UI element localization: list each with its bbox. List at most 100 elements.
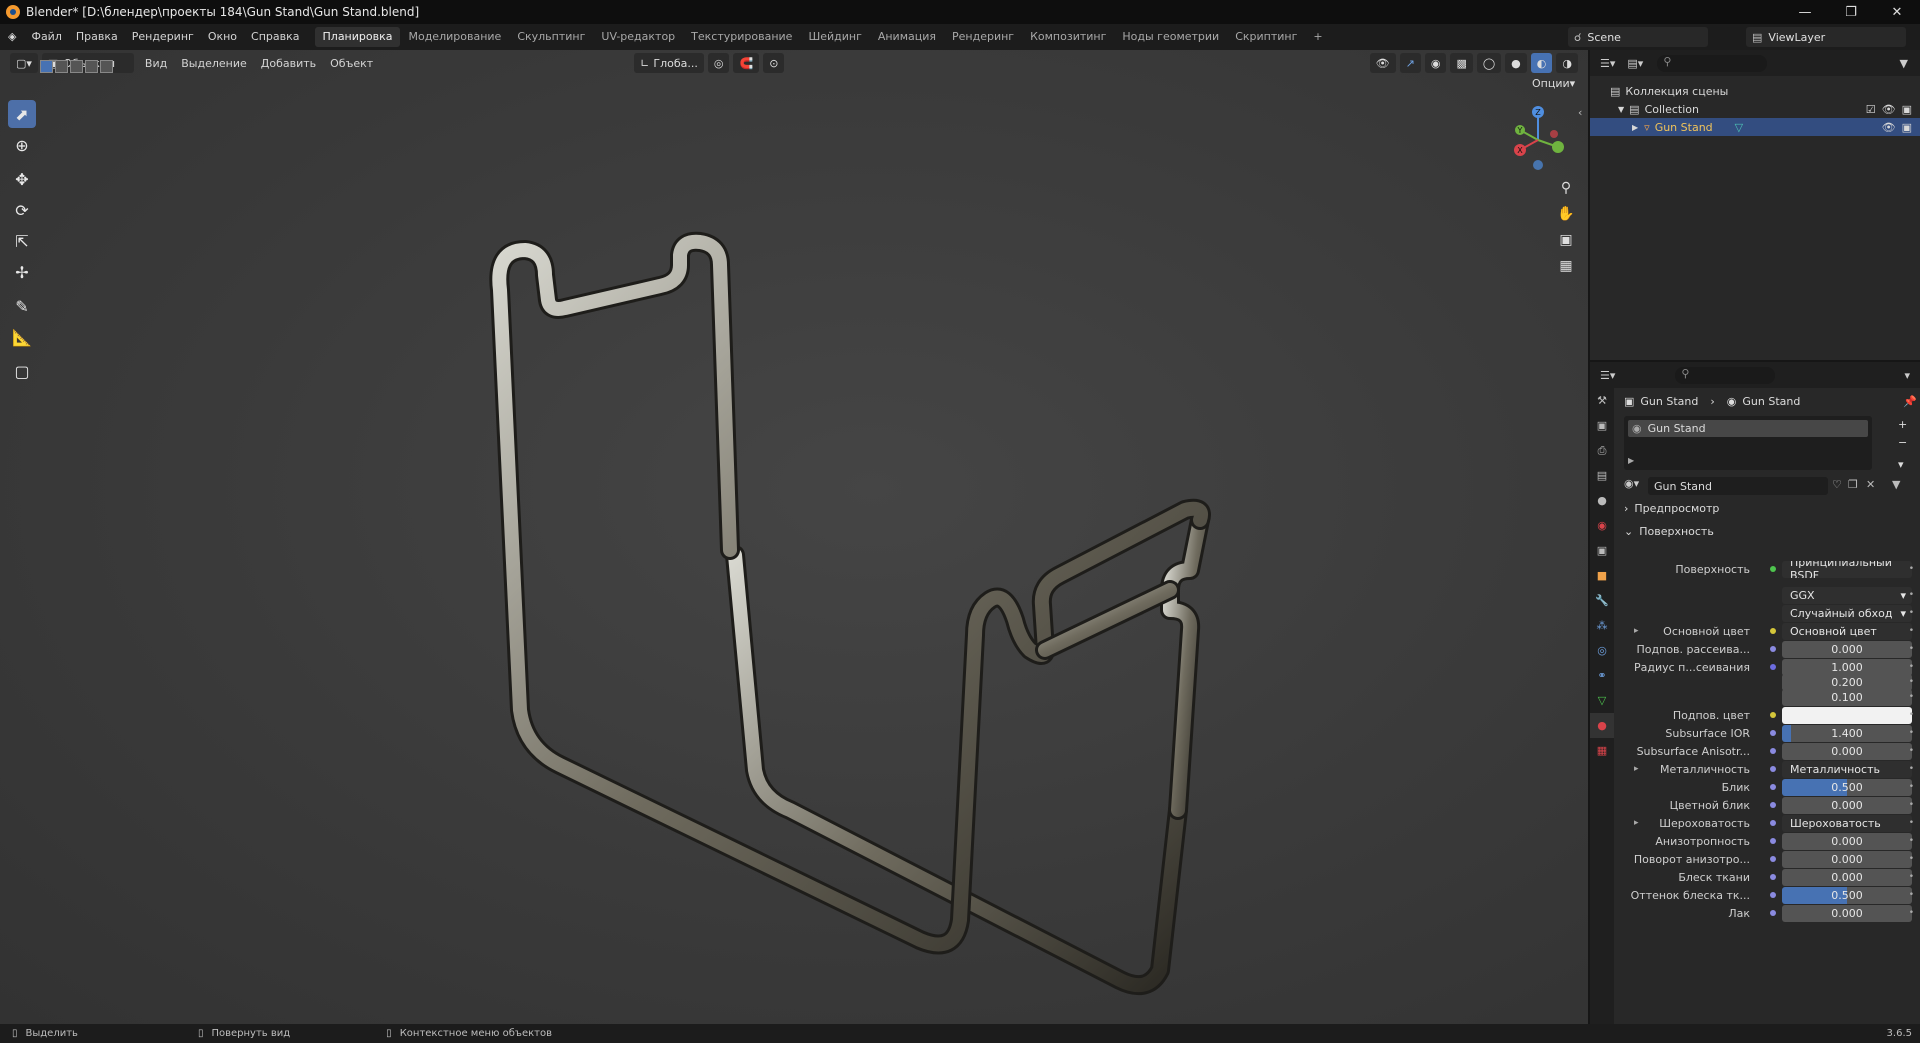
list-expand-icon[interactable]: ▶ [1628,456,1634,465]
maximize-button[interactable]: ❐ [1828,0,1874,24]
socket-dot-icon[interactable] [1770,712,1776,718]
socket-dot-icon[interactable] [1770,784,1776,790]
keyframe-dot-icon[interactable]: • [1909,644,1914,654]
socket-dot-icon[interactable] [1770,566,1776,572]
socket-dot-icon[interactable] [1770,748,1776,754]
filter-icon[interactable]: ▼ [1900,57,1908,70]
keyframe-dot-icon[interactable]: • [1909,872,1914,882]
menu-item[interactable]: Окно [201,24,244,50]
camera-view-icon[interactable]: ▣ [1554,228,1578,252]
keyframe-dot-icon[interactable]: • [1909,692,1914,702]
expand-arrow-icon[interactable]: ▸ [1634,764,1639,774]
properties-search-input[interactable]: ⚲ [1675,366,1776,384]
socket-dot-icon[interactable] [1770,856,1776,862]
scene-tab-icon[interactable]: ● [1590,488,1614,513]
expand-arrow-icon[interactable]: ▶ [1632,123,1638,132]
texture-tab-icon[interactable]: ▦ [1590,738,1614,763]
keyframe-dot-icon[interactable]: • [1909,890,1914,900]
linked-input-field[interactable]: Принципиальный BSDF [1782,560,1912,578]
keyframe-dot-icon[interactable]: • [1909,710,1914,720]
properties-options-icon[interactable]: ▾ [1904,369,1910,382]
outliner-editor-icon[interactable]: ☰▾ [1600,57,1615,70]
menu-item[interactable]: Файл [24,24,68,50]
fake-user-icon[interactable]: ♡ [1832,478,1842,491]
data-tab-icon[interactable]: ▽ [1590,688,1614,713]
number-field[interactable]: 0.000 [1782,850,1912,868]
workspace-tab[interactable]: Скриптинг [1227,27,1305,47]
keyframe-dot-icon[interactable]: • [1909,677,1914,687]
particles-tab-icon[interactable]: ⁂ [1590,613,1614,638]
scene-collection-row[interactable]: ▤ Коллекция сцены [1590,82,1920,100]
linked-input-field[interactable]: Металличность [1782,760,1912,778]
keyframe-dot-icon[interactable]: • [1909,564,1914,574]
menu-item[interactable]: Справка [244,24,306,50]
keyframe-dot-icon[interactable]: • [1909,662,1914,672]
viewlayer-selector[interactable]: ▤ ViewLayer [1746,27,1906,47]
preview-panel-header[interactable]: › Предпросмотр [1624,502,1914,515]
output-tab-icon[interactable]: ⎙ [1590,438,1614,463]
socket-dot-icon[interactable] [1770,874,1776,880]
blender-menu-icon[interactable]: ◈ [0,24,24,50]
dropdown-select[interactable]: GGX ▾ [1782,586,1912,604]
workspace-tab[interactable]: Текстурирование [683,27,800,47]
socket-dot-icon[interactable] [1770,766,1776,772]
tool-tab-icon[interactable]: ⚒ [1590,388,1614,413]
keyframe-dot-icon[interactable]: • [1909,590,1914,600]
remove-slot-button[interactable]: − [1898,436,1907,449]
visibility-eye-icon[interactable]: 👁 [1882,121,1896,134]
socket-dot-icon[interactable] [1770,892,1776,898]
object-tab-icon[interactable]: ■ [1590,563,1614,588]
menu-item[interactable]: Правка [69,24,125,50]
number-field[interactable]: 0.000 [1782,742,1912,760]
constraints-tab-icon[interactable]: ⚭ [1590,663,1614,688]
gun-stand-model[interactable] [0,50,1588,1024]
number-field[interactable]: 0.000 [1782,832,1912,850]
pin-icon[interactable]: 📌 [1903,395,1917,408]
keyframe-dot-icon[interactable]: • [1909,608,1914,618]
perspective-grid-icon[interactable]: ▦ [1554,254,1578,278]
linked-input-field[interactable]: Основной цвет [1782,622,1912,640]
surface-panel-header[interactable]: ⌄ Поверхность [1624,525,1914,538]
workspace-tab[interactable]: Композитинг [1022,27,1114,47]
keyframe-dot-icon[interactable]: • [1909,728,1914,738]
socket-dot-icon[interactable] [1770,646,1776,652]
render-camera-icon[interactable]: ▣ [1902,103,1912,116]
navigation-gizmo[interactable]: Z Y X [1508,102,1568,172]
socket-dot-icon[interactable] [1770,730,1776,736]
scene-selector[interactable]: ☌ Scene [1568,27,1708,47]
keyframe-dot-icon[interactable]: • [1909,782,1914,792]
node-filter-icon[interactable]: ▼ [1892,478,1900,491]
material-tab-icon[interactable]: ● [1590,713,1614,738]
keyframe-dot-icon[interactable]: • [1909,908,1914,918]
socket-dot-icon[interactable] [1770,802,1776,808]
keyframe-dot-icon[interactable]: • [1909,836,1914,846]
workspace-tab[interactable]: Моделирование [400,27,509,47]
material-slot-row[interactable]: ◉ Gun Stand [1628,420,1868,437]
3d-viewport[interactable]: ▢▾ ▣ Объекты ВидВыделениеДобавитьОбъект … [0,50,1588,1024]
keyframe-dot-icon[interactable]: • [1909,764,1914,774]
material-name-field[interactable]: Gun Stand [1648,477,1828,495]
collection-row[interactable]: ▼ ▤ Collection ☑ 👁 ▣ [1590,100,1920,118]
view-layer-tab-icon[interactable]: ▤ [1590,463,1614,488]
unlink-material-icon[interactable]: ✕ [1866,478,1875,491]
modifier-tab-icon[interactable]: 🔧 [1590,588,1614,613]
visibility-eye-icon[interactable]: 👁 [1882,103,1896,116]
socket-dot-icon[interactable] [1770,838,1776,844]
socket-dot-icon[interactable] [1770,628,1776,634]
color-swatch[interactable] [1782,706,1912,724]
keyframe-dot-icon[interactable]: • [1909,854,1914,864]
expand-arrow-icon[interactable]: ▸ [1634,626,1639,636]
close-button[interactable]: ✕ [1874,0,1920,24]
number-field[interactable]: 1.400 [1782,724,1912,742]
linked-input-field[interactable]: Шероховатость [1782,814,1912,832]
number-field[interactable]: 0.000 [1782,796,1912,814]
socket-dot-icon[interactable] [1770,820,1776,826]
duplicate-material-icon[interactable]: ❐ [1848,478,1858,491]
keyframe-dot-icon[interactable]: • [1909,800,1914,810]
collapse-arrow-icon[interactable]: ▼ [1618,105,1624,114]
keyframe-dot-icon[interactable]: • [1909,746,1914,756]
workspace-tab[interactable]: Шейдинг [800,27,869,47]
workspace-tab[interactable]: Ноды геометрии [1114,27,1227,47]
dropdown-select[interactable]: Случайный обход ▾ [1782,604,1912,622]
properties-editor-icon[interactable]: ☰▾ [1600,369,1615,382]
